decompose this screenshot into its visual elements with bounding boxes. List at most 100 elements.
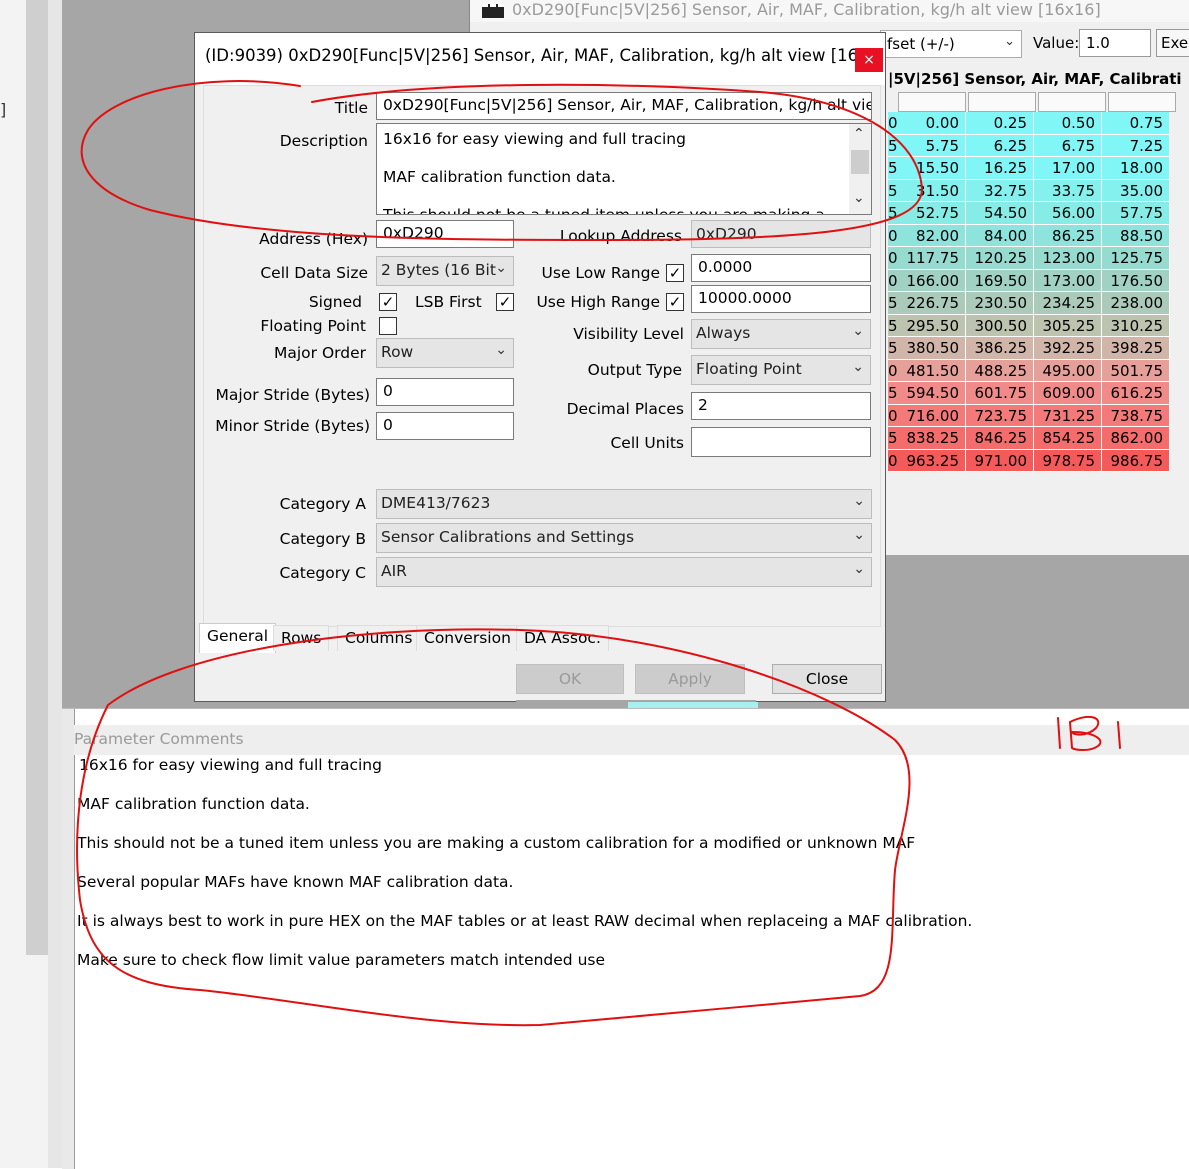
row-stub-cell[interactable]: 0 <box>888 269 898 292</box>
table-cell[interactable]: 978.75 <box>1034 449 1102 472</box>
table-cell[interactable]: 295.50 <box>898 314 966 337</box>
table-cell[interactable]: 5.75 <box>898 134 966 157</box>
table-cell[interactable]: 84.00 <box>966 224 1034 247</box>
table-cell[interactable]: 0.75 <box>1102 112 1170 135</box>
row-stub-cell[interactable]: 0 <box>888 404 898 427</box>
column-header-cell[interactable] <box>1108 92 1176 112</box>
use-high-range-checkbox[interactable]: ✓ <box>666 293 684 311</box>
apply-button[interactable]: Apply <box>635 664 745 694</box>
table-cell[interactable]: 601.75 <box>966 382 1034 405</box>
output-type-select[interactable]: Floating Point ⌄ <box>691 355 871 385</box>
row-stub-cell[interactable]: 0 <box>888 359 898 382</box>
table-cell[interactable]: 82.00 <box>898 224 966 247</box>
row-stub-cell[interactable]: 0 <box>888 247 898 270</box>
offset-select[interactable]: fset (+/-) ⌄ <box>880 30 1022 58</box>
table-cell[interactable]: 738.75 <box>1102 404 1170 427</box>
table-cell[interactable]: 234.25 <box>1034 292 1102 315</box>
table-cell[interactable]: 123.00 <box>1034 247 1102 270</box>
table-cell[interactable]: 488.25 <box>966 359 1034 382</box>
description-scrollbar[interactable]: ⌃ ⌄ <box>849 124 871 214</box>
row-stub-cell[interactable]: 5 <box>888 382 898 405</box>
major-stride-input[interactable]: 0 <box>376 378 514 406</box>
parameter-comments-text[interactable]: 16x16 for easy viewing and full tracing … <box>77 755 972 989</box>
table-cell[interactable]: 226.75 <box>898 292 966 315</box>
use-low-range-checkbox[interactable]: ✓ <box>666 264 684 282</box>
category-c-select[interactable]: AIR ⌄ <box>376 557 872 587</box>
close-button[interactable]: Close <box>772 664 882 694</box>
tab-conversion[interactable]: Conversion <box>416 625 519 651</box>
table-cell[interactable]: 17.00 <box>1034 157 1102 180</box>
low-range-input[interactable]: 0.0000 <box>691 254 871 282</box>
table-cell[interactable]: 392.25 <box>1034 337 1102 360</box>
table-cell[interactable]: 0.00 <box>898 112 966 135</box>
table-window-titlebar[interactable]: 0xD290[Func|5V|256] Sensor, Air, MAF, Ca… <box>470 0 1189 22</box>
background-scrollbar[interactable] <box>26 0 48 955</box>
table-cell[interactable]: 6.25 <box>966 134 1034 157</box>
address-input[interactable]: 0xD290 <box>376 220 514 248</box>
table-cell[interactable]: 56.00 <box>1034 202 1102 225</box>
table-cell[interactable]: 963.25 <box>898 449 966 472</box>
table-cell[interactable]: 176.50 <box>1102 269 1170 292</box>
table-cell[interactable]: 594.50 <box>898 382 966 405</box>
row-stub-cell[interactable]: 0 <box>888 224 898 247</box>
table-cell[interactable]: 117.75 <box>898 247 966 270</box>
table-cell[interactable]: 173.00 <box>1034 269 1102 292</box>
value-input[interactable]: 1.0 <box>1079 29 1151 57</box>
table-cell[interactable]: 169.50 <box>966 269 1034 292</box>
table-cell[interactable]: 57.75 <box>1102 202 1170 225</box>
table-cell[interactable]: 166.00 <box>898 269 966 292</box>
floating-point-checkbox[interactable] <box>379 317 397 335</box>
table-cell[interactable]: 0.50 <box>1034 112 1102 135</box>
visibility-level-select[interactable]: Always ⌄ <box>691 319 871 349</box>
table-cell[interactable]: 125.75 <box>1102 247 1170 270</box>
table-cell[interactable]: 31.50 <box>898 179 966 202</box>
cell-units-input[interactable] <box>691 427 871 457</box>
table-cell[interactable]: 386.25 <box>966 337 1034 360</box>
chevron-up-icon[interactable]: ⌃ <box>853 126 865 142</box>
row-stub-cell[interactable]: 5 <box>888 427 898 450</box>
table-cell[interactable]: 18.00 <box>1102 157 1170 180</box>
table-cell[interactable]: 305.25 <box>1034 314 1102 337</box>
table-cell[interactable]: 310.25 <box>1102 314 1170 337</box>
table-cell[interactable]: 230.50 <box>966 292 1034 315</box>
table-cell[interactable]: 238.00 <box>1102 292 1170 315</box>
title-input[interactable]: 0xD290[Func|5V|256] Sensor, Air, MAF, Ca… <box>376 92 872 120</box>
row-stub-cell[interactable]: 0 <box>888 449 898 472</box>
category-a-select[interactable]: DME413/7623 ⌄ <box>376 489 872 519</box>
scrollbar-thumb[interactable] <box>851 150 869 174</box>
table-cell[interactable]: 862.00 <box>1102 427 1170 450</box>
exec-button[interactable]: Exec <box>1156 29 1189 57</box>
decimal-places-input[interactable]: 2 <box>691 392 871 420</box>
row-stub-cell[interactable]: 0 <box>888 112 898 135</box>
column-header-cell[interactable] <box>968 92 1036 112</box>
signed-checkbox[interactable]: ✓ <box>379 293 397 311</box>
table-cell[interactable]: 380.50 <box>898 337 966 360</box>
table-cell[interactable]: 52.75 <box>898 202 966 225</box>
table-cell[interactable]: 32.75 <box>966 179 1034 202</box>
major-order-select[interactable]: Row ⌄ <box>376 338 514 368</box>
table-cell[interactable]: 986.75 <box>1102 449 1170 472</box>
row-stub-cell[interactable]: 5 <box>888 179 898 202</box>
tab-columns[interactable]: Columns <box>337 625 421 651</box>
table-cell[interactable]: 846.25 <box>966 427 1034 450</box>
table-cell[interactable]: 723.75 <box>966 404 1034 427</box>
table-cell[interactable]: 16.25 <box>966 157 1034 180</box>
table-cell[interactable]: 609.00 <box>1034 382 1102 405</box>
ok-button[interactable]: OK <box>516 664 624 694</box>
table-cell[interactable]: 7.25 <box>1102 134 1170 157</box>
table-cell[interactable]: 0.25 <box>966 112 1034 135</box>
tab-rows[interactable]: Rows <box>273 625 330 651</box>
table-cell[interactable]: 35.00 <box>1102 179 1170 202</box>
table-cell[interactable]: 731.25 <box>1034 404 1102 427</box>
table-cell[interactable]: 501.75 <box>1102 359 1170 382</box>
table-cell[interactable]: 15.50 <box>898 157 966 180</box>
table-cell[interactable]: 838.25 <box>898 427 966 450</box>
table-cell[interactable]: 88.50 <box>1102 224 1170 247</box>
row-stub-cell[interactable]: 5 <box>888 292 898 315</box>
row-stub-cell[interactable]: 5 <box>888 337 898 360</box>
row-stub-cell[interactable]: 5 <box>888 314 898 337</box>
category-b-select[interactable]: Sensor Calibrations and Settings ⌄ <box>376 523 872 553</box>
table-cell[interactable]: 398.25 <box>1102 337 1170 360</box>
close-icon[interactable]: × <box>855 48 883 72</box>
minor-stride-input[interactable]: 0 <box>376 412 514 440</box>
